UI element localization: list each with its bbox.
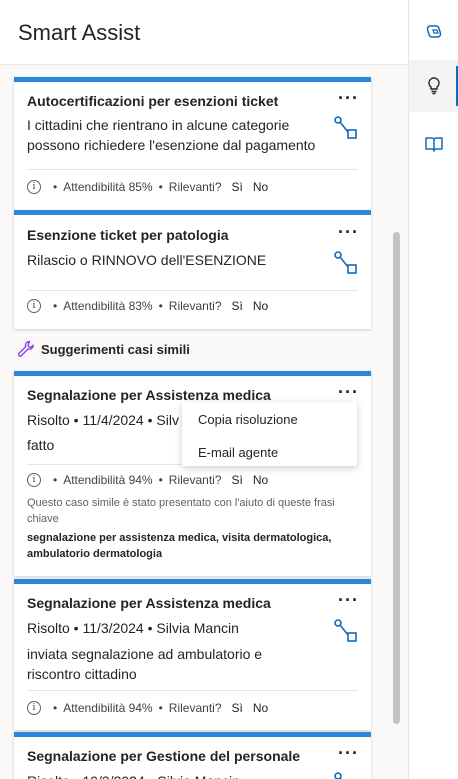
vote-yes-button[interactable]: Sì — [232, 701, 243, 715]
card-footer: i • Attendibilità 94% • Rilevanti? Sì No — [27, 701, 268, 715]
card-description: I cittadini che rientrano in alcune cate… — [27, 117, 316, 153]
relevant-label: Rilevanti? — [168, 701, 222, 715]
more-options-icon[interactable]: ··· — [338, 743, 359, 764]
card-title[interactable]: Segnalazione per Gestione del personale — [27, 748, 300, 764]
reliability-score: Attendibilità 94% — [63, 701, 153, 715]
card-title[interactable]: Segnalazione per Assistenza medica — [27, 595, 271, 611]
wrench-icon — [17, 340, 34, 357]
panel-header: Smart Assist — [0, 0, 408, 65]
card-title[interactable]: Esenzione ticket per patologia — [27, 227, 229, 243]
more-options-icon[interactable]: ··· — [338, 222, 359, 243]
card-title[interactable]: Segnalazione per Assistenza medica — [27, 387, 271, 403]
flow-link-icon[interactable] — [333, 771, 359, 779]
similar-case-card: Segnalazione per Assistenza medica ··· R… — [14, 579, 371, 730]
info-icon[interactable]: i — [27, 473, 41, 487]
knowledge-book-icon — [425, 137, 443, 152]
flow-link-icon[interactable] — [333, 250, 359, 281]
more-options-icon[interactable]: ··· — [338, 590, 359, 611]
menu-item-email-agent[interactable]: E-mail agente — [198, 445, 278, 460]
case-resolution: inviata segnalazione ad ambulatorio e ri… — [27, 646, 263, 682]
reliability-score: Attendibilità 94% — [63, 473, 153, 487]
rail-copilot-button[interactable] — [409, 6, 458, 58]
card-divider — [27, 169, 358, 170]
keyphrase-note: Questo caso simile è stato presentato co… — [27, 497, 335, 525]
flow-link-icon[interactable] — [333, 618, 359, 649]
smart-assist-panel: Smart Assist Autocertificazioni per esen… — [0, 0, 408, 779]
card-divider — [27, 690, 358, 691]
card-footer: i • Attendibilità 94% • Rilevanti? Sì No — [27, 473, 268, 487]
vote-yes-button[interactable]: Sì — [232, 299, 243, 313]
similar-case-card: Segnalazione per Gestione del personale … — [14, 732, 371, 779]
case-meta: Risolto • 11/3/2024 • Silvia Mancin — [27, 620, 239, 636]
vote-no-button[interactable]: No — [253, 473, 268, 487]
card-description: Rilascio o RINNOVO dell'ESENZIONE — [27, 252, 267, 268]
relevant-label: Rilevanti? — [168, 299, 222, 313]
more-options-icon[interactable]: ··· — [338, 88, 359, 109]
card-footer: i • Attendibilità 83% • Rilevanti? Sì No — [27, 299, 268, 313]
vertical-scrollbar[interactable] — [393, 232, 400, 724]
menu-item-copy-resolution[interactable]: Copia risoluzione — [198, 412, 298, 427]
card-title[interactable]: Autocertificazioni per esenzioni ticket — [27, 93, 278, 109]
panel-title: Smart Assist — [18, 20, 141, 45]
case-meta: Risolto • 19/3/2024 • Silvia Mancin — [27, 771, 327, 779]
reliability-score: Attendibilità 83% — [63, 299, 153, 313]
relevant-label: Rilevanti? — [168, 180, 222, 194]
card-footer: i • Attendibilità 85% • Rilevanti? Sì No — [27, 180, 268, 194]
rail-suggestions-button[interactable] — [409, 60, 458, 112]
more-options-icon[interactable]: ··· — [338, 382, 359, 403]
suggestion-card: Esenzione ticket per patologia ··· Rilas… — [14, 210, 371, 329]
lightbulb-icon — [428, 77, 440, 95]
info-icon[interactable]: i — [27, 299, 41, 313]
copilot-icon — [426, 25, 442, 38]
context-menu: Copia risoluzione E-mail agente — [182, 402, 357, 466]
similar-cases-section-header: Suggerimenti casi simili — [17, 340, 190, 358]
relevant-label: Rilevanti? — [168, 473, 222, 487]
vote-yes-button[interactable]: Sì — [232, 473, 243, 487]
vote-no-button[interactable]: No — [253, 701, 268, 715]
vote-yes-button[interactable]: Sì — [232, 180, 243, 194]
card-divider — [27, 290, 358, 291]
flow-link-icon[interactable] — [333, 115, 359, 146]
section-title: Suggerimenti casi simili — [41, 341, 190, 357]
rail-knowledge-button[interactable] — [409, 118, 458, 170]
reliability-score: Attendibilità 85% — [63, 180, 153, 194]
info-icon[interactable]: i — [27, 701, 41, 715]
keyphrases: segnalazione per assistenza medica, visi… — [27, 532, 332, 560]
suggestion-card: Autocertificazioni per esenzioni ticket … — [14, 77, 371, 210]
side-rail — [408, 0, 458, 779]
vote-no-button[interactable]: No — [253, 180, 268, 194]
vote-no-button[interactable]: No — [253, 299, 268, 313]
info-icon[interactable]: i — [27, 180, 41, 194]
